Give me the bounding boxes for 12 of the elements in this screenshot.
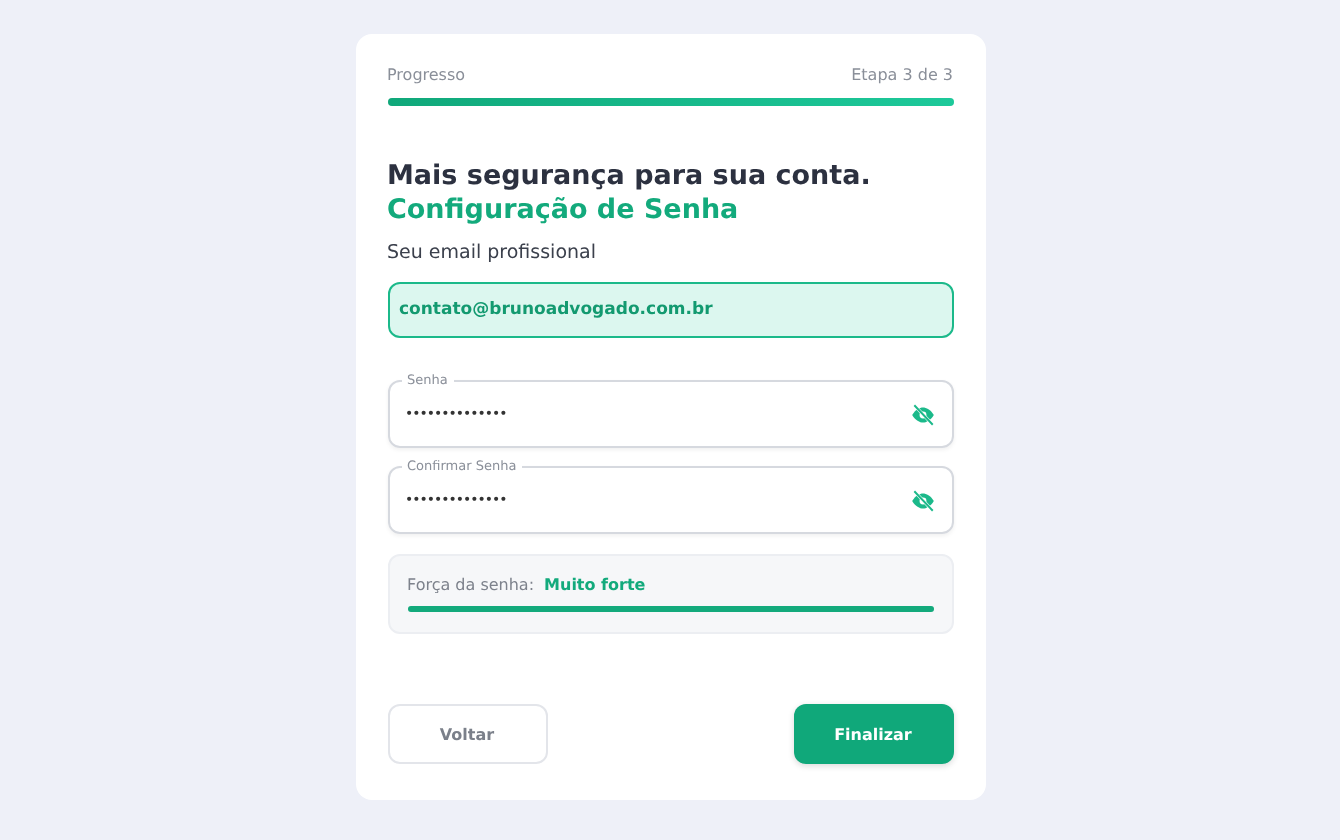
- email-label: Seu email profissional: [387, 242, 598, 264]
- strength-label: Força da senha:: [407, 576, 535, 594]
- eye-slash-icon[interactable]: [909, 401, 935, 427]
- section-title: Configuração de Senha: [387, 194, 741, 226]
- page-title: Mais segurança para sua conta.: [387, 160, 873, 192]
- strength-value: Muito forte: [544, 576, 646, 594]
- finish-button[interactable]: Finalizar: [793, 704, 953, 764]
- eye-slash-icon[interactable]: [909, 487, 935, 513]
- email-field[interactable]: contato@brunoadvogado.com.br: [387, 282, 953, 338]
- back-button[interactable]: Voltar: [387, 704, 547, 764]
- progress-label: Progresso: [387, 66, 466, 84]
- step-counter: Etapa 3 de 3: [851, 66, 953, 84]
